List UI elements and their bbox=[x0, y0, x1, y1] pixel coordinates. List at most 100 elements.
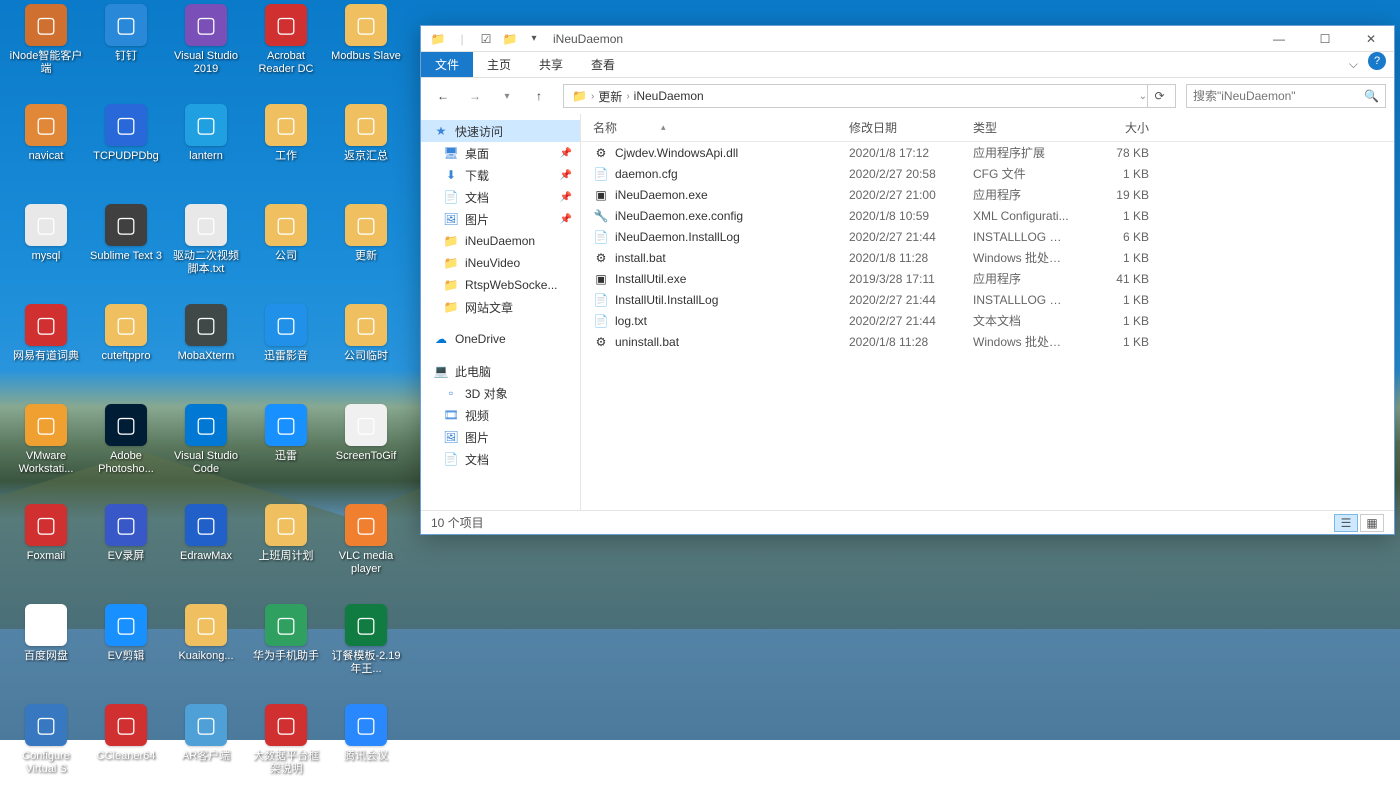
large-icons-view-button[interactable]: ▦ bbox=[1360, 514, 1384, 532]
file-row[interactable]: 📄InstallUtil.InstallLog2020/2/27 21:44IN… bbox=[581, 289, 1394, 310]
nav-folder-ineudaemon[interactable]: 📁iNeuDaemon bbox=[421, 230, 580, 252]
desktop-icon[interactable]: ▢lantern bbox=[166, 100, 246, 200]
qat-newfolder-icon[interactable]: 📁 bbox=[499, 28, 521, 50]
desktop-icon[interactable]: ▢VLC media player bbox=[326, 500, 406, 600]
desktop-icon[interactable]: ▢Visual Studio 2019 bbox=[166, 0, 246, 100]
desktop-icon[interactable]: ▢CCleaner64 bbox=[86, 700, 166, 800]
desktop-icon[interactable]: ▢MobaXterm bbox=[166, 300, 246, 400]
nav-documents[interactable]: 📄文档📌 bbox=[421, 186, 580, 208]
search-icon[interactable]: 🔍 bbox=[1364, 89, 1379, 103]
file-row[interactable]: ⚙install.bat2020/1/8 11:28Windows 批处理...… bbox=[581, 247, 1394, 268]
search-input[interactable] bbox=[1193, 89, 1364, 103]
tab-file[interactable]: 文件 bbox=[421, 52, 473, 77]
file-row[interactable]: ⚙Cjwdev.WindowsApi.dll2020/1/8 17:12应用程序… bbox=[581, 142, 1394, 163]
tab-home[interactable]: 主页 bbox=[473, 52, 525, 77]
file-row[interactable]: 🔧iNeuDaemon.exe.config2020/1/8 10:59XML … bbox=[581, 205, 1394, 226]
nav-onedrive[interactable]: ☁OneDrive bbox=[421, 328, 580, 350]
file-list-body[interactable]: ⚙Cjwdev.WindowsApi.dll2020/1/8 17:12应用程序… bbox=[581, 142, 1394, 510]
desktop-icon[interactable]: ▢cuteftppro bbox=[86, 300, 166, 400]
nav-documents-pc[interactable]: 📄文档 bbox=[421, 448, 580, 470]
desktop-icon[interactable]: ▢Modbus Slave bbox=[326, 0, 406, 100]
nav-pictures[interactable]: 🖼图片📌 bbox=[421, 208, 580, 230]
desktop-icon[interactable]: ▢EV录屏 bbox=[86, 500, 166, 600]
desktop-icon[interactable]: ▢公司临时 bbox=[326, 300, 406, 400]
desktop-icon[interactable]: ▢Visual Studio Code bbox=[166, 400, 246, 500]
file-explorer-window: 📁 | ☑ 📁 ▾ iNeuDaemon ― ☐ ✕ 文件 主页 共享 查看 ⌵… bbox=[420, 25, 1395, 535]
nav-quick-access[interactable]: ★快速访问 bbox=[421, 120, 580, 142]
desktop-icon[interactable]: ▢驱动二次视频脚本.txt bbox=[166, 200, 246, 300]
desktop-icon[interactable]: ▢Acrobat Reader DC bbox=[246, 0, 326, 100]
minimize-button[interactable]: ― bbox=[1256, 26, 1302, 52]
desktop-icon[interactable]: ▢华为手机助手 bbox=[246, 600, 326, 700]
desktop-icon[interactable]: ▢大数据平台框架说明 bbox=[246, 700, 326, 800]
desktop-icon[interactable]: ▢EdrawMax bbox=[166, 500, 246, 600]
file-row[interactable]: ▣iNeuDaemon.exe2020/2/27 21:00应用程序19 KB bbox=[581, 184, 1394, 205]
file-row[interactable]: ⚙uninstall.bat2020/1/8 11:28Windows 批处理.… bbox=[581, 331, 1394, 352]
desktop-icon[interactable]: ▢迅雷 bbox=[246, 400, 326, 500]
help-icon[interactable]: ? bbox=[1368, 52, 1386, 70]
qat-properties-icon[interactable]: ☑ bbox=[475, 28, 497, 50]
nav-folder-ineuvideo[interactable]: 📁iNeuVideo bbox=[421, 252, 580, 274]
desktop-icon[interactable]: ▢工作 bbox=[246, 100, 326, 200]
file-row[interactable]: 📄daemon.cfg2020/2/27 20:58CFG 文件1 KB bbox=[581, 163, 1394, 184]
forward-button[interactable]: → bbox=[461, 82, 489, 110]
desktop-icon[interactable]: ▢AR客户端 bbox=[166, 700, 246, 800]
nav-desktop[interactable]: 🖥桌面📌 bbox=[421, 142, 580, 164]
desktop-icon[interactable]: ▢订餐模板-2.19 年王... bbox=[326, 600, 406, 700]
desktop-icon[interactable]: ▢EV剪辑 bbox=[86, 600, 166, 700]
nav-this-pc[interactable]: 💻此电脑 bbox=[421, 360, 580, 382]
column-size[interactable]: 大小 bbox=[1081, 119, 1161, 136]
ribbon-expand-icon[interactable]: ⌵ bbox=[1339, 52, 1368, 77]
search-box[interactable]: 🔍 bbox=[1186, 84, 1386, 108]
desktop-icon[interactable]: ▢mysql bbox=[6, 200, 86, 300]
column-name[interactable]: 名称▴ bbox=[581, 119, 837, 136]
desktop-icon[interactable]: ▢navicat bbox=[6, 100, 86, 200]
file-row[interactable]: 📄log.txt2020/2/27 21:44文本文档1 KB bbox=[581, 310, 1394, 331]
tab-view[interactable]: 查看 bbox=[577, 52, 629, 77]
desktop-icon[interactable]: ▢iNode智能客户端 bbox=[6, 0, 86, 100]
refresh-icon[interactable]: ⟳ bbox=[1147, 85, 1171, 107]
desktop-icon[interactable]: ▢公司 bbox=[246, 200, 326, 300]
file-row[interactable]: ▣InstallUtil.exe2019/3/28 17:11应用程序41 KB bbox=[581, 268, 1394, 289]
breadcrumb-seg-2[interactable]: iNeuDaemon bbox=[630, 89, 708, 103]
back-button[interactable]: ← bbox=[429, 82, 457, 110]
close-button[interactable]: ✕ bbox=[1348, 26, 1394, 52]
desktop-icon[interactable]: ▢上班周计划 bbox=[246, 500, 326, 600]
file-row[interactable]: 📄iNeuDaemon.InstallLog2020/2/27 21:44INS… bbox=[581, 226, 1394, 247]
nav-label: 快速访问 bbox=[455, 123, 503, 140]
up-button[interactable]: ↑ bbox=[525, 82, 553, 110]
desktop-icon[interactable]: ▢Adobe Photosho... bbox=[86, 400, 166, 500]
desktop-icon[interactable]: ▢迅雷影音 bbox=[246, 300, 326, 400]
titlebar[interactable]: 📁 | ☑ 📁 ▾ iNeuDaemon ― ☐ ✕ bbox=[421, 26, 1394, 52]
desktop-icon[interactable]: ▢钉钉 bbox=[86, 0, 166, 100]
desktop-icon[interactable]: ▢VMware Workstati... bbox=[6, 400, 86, 500]
desktop-icon[interactable]: ▢Kuaikong... bbox=[166, 600, 246, 700]
desktop-icon[interactable]: ▢TCPUDPDbg bbox=[86, 100, 166, 200]
maximize-button[interactable]: ☐ bbox=[1302, 26, 1348, 52]
desktop-icon[interactable]: ▢网易有道词典 bbox=[6, 300, 86, 400]
nav-pictures-pc[interactable]: 🖼图片 bbox=[421, 426, 580, 448]
desktop-icon[interactable]: ▢百度网盘 bbox=[6, 600, 86, 700]
details-view-button[interactable]: ☰ bbox=[1334, 514, 1358, 532]
nav-folder-articles[interactable]: 📁网站文章 bbox=[421, 296, 580, 318]
nav-videos[interactable]: 🎞视频 bbox=[421, 404, 580, 426]
breadcrumb-seg-1[interactable]: 更新 bbox=[594, 88, 626, 105]
desktop-icon[interactable]: ▢腾讯会议 bbox=[326, 700, 406, 800]
desktop-icon[interactable]: ▢返京汇总 bbox=[326, 100, 406, 200]
recent-dropdown-icon[interactable]: ▾ bbox=[493, 82, 521, 110]
desktop-icon[interactable]: ▢Sublime Text 3 bbox=[86, 200, 166, 300]
navigation-pane[interactable]: ★快速访问 🖥桌面📌 ⬇下载📌 📄文档📌 🖼图片📌 📁iNeuDaemon 📁i… bbox=[421, 114, 581, 510]
nav-downloads[interactable]: ⬇下载📌 bbox=[421, 164, 580, 186]
column-type[interactable]: 类型 bbox=[961, 119, 1081, 136]
address-bar[interactable]: 📁 › 更新 › iNeuDaemon ⌄ ⟳ bbox=[563, 84, 1176, 108]
address-dropdown-icon[interactable]: ⌄ bbox=[1139, 91, 1147, 102]
column-date[interactable]: 修改日期 bbox=[837, 119, 961, 136]
nav-folder-rtsp[interactable]: 📁RtspWebSocke... bbox=[421, 274, 580, 296]
nav-3d-objects[interactable]: ▫3D 对象 bbox=[421, 382, 580, 404]
tab-share[interactable]: 共享 bbox=[525, 52, 577, 77]
desktop-icon[interactable]: ▢更新 bbox=[326, 200, 406, 300]
desktop-icon[interactable]: ▢Foxmail bbox=[6, 500, 86, 600]
desktop-icon[interactable]: ▢Configure Virtual S bbox=[6, 700, 86, 800]
qat-customize-icon[interactable]: ▾ bbox=[523, 28, 545, 50]
desktop-icon[interactable]: ▢ScreenToGif bbox=[326, 400, 406, 500]
